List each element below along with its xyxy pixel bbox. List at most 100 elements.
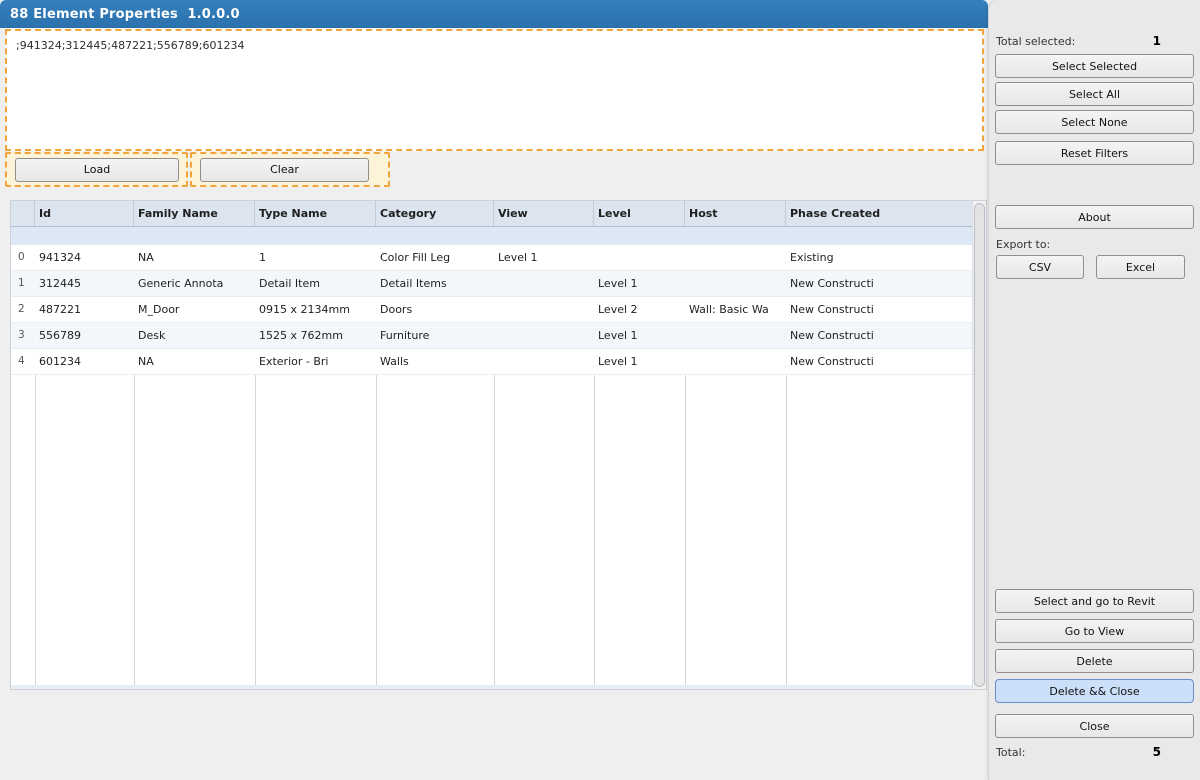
window-title: 88 Element Properties 1.0.0.0: [10, 7, 240, 22]
total-selected-value: 1: [1153, 34, 1161, 48]
cell-id: 601234: [35, 349, 134, 374]
cell-family-name: NA: [134, 245, 255, 270]
cell-view: Level 1: [494, 245, 594, 270]
column-header-view[interactable]: View: [494, 201, 594, 226]
vertical-scrollbar[interactable]: [972, 201, 986, 689]
clear-button[interactable]: Clear: [200, 158, 369, 182]
cell-family-name: M_Door: [134, 297, 255, 322]
total-value: 5: [1153, 745, 1161, 759]
cell-host: Wall: Basic Wa: [685, 297, 786, 322]
cell-level: Level 1: [594, 323, 685, 348]
row-index: 2: [11, 297, 35, 322]
cell-phase-created: New Constructi: [786, 323, 973, 348]
element-ids-value: ;941324;312445;487221;556789;601234: [16, 39, 245, 52]
select-all-button[interactable]: Select All: [995, 82, 1194, 106]
cell-phase-created: New Constructi: [786, 297, 973, 322]
table-header-row: Id Family Name Type Name Category View L…: [11, 201, 973, 227]
cell-family-name: Desk: [134, 323, 255, 348]
scrollbar-thumb[interactable]: [974, 203, 985, 687]
cell-level: Level 1: [594, 349, 685, 374]
table-bottom-edge: [11, 685, 972, 689]
cell-id: 487221: [35, 297, 134, 322]
total-selected-label: Total selected:: [996, 35, 1075, 48]
grid-line: [594, 375, 595, 685]
cell-level: [594, 245, 685, 270]
row-header-corner[interactable]: [11, 201, 35, 226]
cell-host: [685, 271, 786, 296]
cell-phase-created: New Constructi: [786, 349, 973, 374]
row-index: 0: [11, 245, 35, 270]
grid-line: [786, 375, 787, 685]
cell-category: Furniture: [376, 323, 494, 348]
export-to-label: Export to:: [996, 238, 1050, 251]
delete-button[interactable]: Delete: [995, 649, 1194, 673]
title-bar[interactable]: 88 Element Properties 1.0.0.0: [0, 0, 988, 28]
cell-id: 312445: [35, 271, 134, 296]
cell-level: Level 1: [594, 271, 685, 296]
table-row[interactable]: 3 556789 Desk 1525 x 762mm Furniture Lev…: [11, 323, 973, 349]
cell-view: [494, 323, 594, 348]
load-group: Load: [5, 152, 188, 187]
reset-filters-button[interactable]: Reset Filters: [995, 141, 1194, 165]
cell-type-name: 1: [255, 245, 376, 270]
table-row[interactable]: 2 487221 M_Door 0915 x 2134mm Doors Leve…: [11, 297, 973, 323]
grid-line: [376, 375, 377, 685]
cell-phase-created: Existing: [786, 245, 973, 270]
table-empty-area: [11, 375, 973, 685]
select-selected-button[interactable]: Select Selected: [995, 54, 1194, 78]
cell-view: [494, 297, 594, 322]
elements-table: Id Family Name Type Name Category View L…: [10, 200, 987, 690]
grid-line: [35, 375, 36, 685]
cell-id: 556789: [35, 323, 134, 348]
grid-line: [134, 375, 135, 685]
column-header-type-name[interactable]: Type Name: [255, 201, 376, 226]
load-button[interactable]: Load: [15, 158, 179, 182]
row-index: 4: [11, 349, 35, 374]
close-button[interactable]: Close: [995, 714, 1194, 738]
cell-category: Walls: [376, 349, 494, 374]
column-header-category[interactable]: Category: [376, 201, 494, 226]
cell-family-name: Generic Annota: [134, 271, 255, 296]
cell-type-name: Exterior - Bri: [255, 349, 376, 374]
select-none-button[interactable]: Select None: [995, 110, 1194, 134]
cell-family-name: NA: [134, 349, 255, 374]
column-header-phase-created[interactable]: Phase Created: [786, 201, 973, 226]
cell-view: [494, 271, 594, 296]
clear-group: Clear: [190, 152, 390, 187]
row-index: 3: [11, 323, 35, 348]
table-row[interactable]: 0 941324 NA 1 Color Fill Leg Level 1 Exi…: [11, 245, 973, 271]
about-button[interactable]: About: [995, 205, 1194, 229]
total-row: Total: 5: [996, 745, 1161, 759]
table-row[interactable]: 1 312445 Generic Annota Detail Item Deta…: [11, 271, 973, 297]
cell-type-name: 0915 x 2134mm: [255, 297, 376, 322]
table-filter-row[interactable]: [11, 227, 973, 245]
column-header-level[interactable]: Level: [594, 201, 685, 226]
cell-id: 941324: [35, 245, 134, 270]
export-excel-button[interactable]: Excel: [1096, 255, 1185, 279]
cell-host: [685, 323, 786, 348]
column-header-id[interactable]: Id: [35, 201, 134, 226]
sidebar: Total selected: 1 Select Selected Select…: [988, 0, 1200, 780]
grid-line: [685, 375, 686, 685]
column-header-host[interactable]: Host: [685, 201, 786, 226]
column-header-family-name[interactable]: Family Name: [134, 201, 255, 226]
cell-category: Detail Items: [376, 271, 494, 296]
go-to-view-button[interactable]: Go to View: [995, 619, 1194, 643]
cell-type-name: Detail Item: [255, 271, 376, 296]
grid-line: [255, 375, 256, 685]
total-label: Total:: [996, 746, 1025, 759]
cell-host: [685, 245, 786, 270]
select-and-go-to-revit-button[interactable]: Select and go to Revit: [995, 589, 1194, 613]
element-ids-input[interactable]: ;941324;312445;487221;556789;601234: [5, 29, 984, 151]
cell-category: Doors: [376, 297, 494, 322]
row-index: 1: [11, 271, 35, 296]
cell-type-name: 1525 x 762mm: [255, 323, 376, 348]
delete-and-close-button[interactable]: Delete && Close: [995, 679, 1194, 703]
export-csv-button[interactable]: CSV: [996, 255, 1084, 279]
cell-level: Level 2: [594, 297, 685, 322]
grid-line: [494, 375, 495, 685]
cell-view: [494, 349, 594, 374]
table-row[interactable]: 4 601234 NA Exterior - Bri Walls Level 1…: [11, 349, 973, 375]
total-selected-row: Total selected: 1: [996, 34, 1161, 48]
cell-category: Color Fill Leg: [376, 245, 494, 270]
